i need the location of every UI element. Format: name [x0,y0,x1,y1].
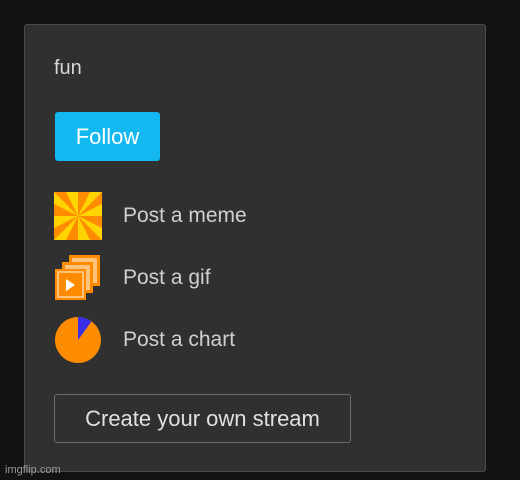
post-meme-label: Post a meme [123,204,247,227]
create-stream-button[interactable]: Create your own stream [54,394,351,443]
stream-panel: fun Follow Post a meme Post a gif Post a… [24,24,486,472]
post-gif-label: Post a gif [123,266,211,289]
meme-pinwheel-icon [54,192,102,240]
follow-button[interactable]: Follow [55,112,160,161]
gif-stack-icon [54,254,102,302]
post-meme-link[interactable]: Post a meme [54,192,354,240]
post-chart-link[interactable]: Post a chart [54,316,354,364]
post-gif-link[interactable]: Post a gif [54,254,354,302]
post-chart-label: Post a chart [123,328,236,351]
stream-title: fun [54,57,82,79]
pie-chart-icon [54,316,102,364]
watermark: imgflip.com [5,464,61,476]
